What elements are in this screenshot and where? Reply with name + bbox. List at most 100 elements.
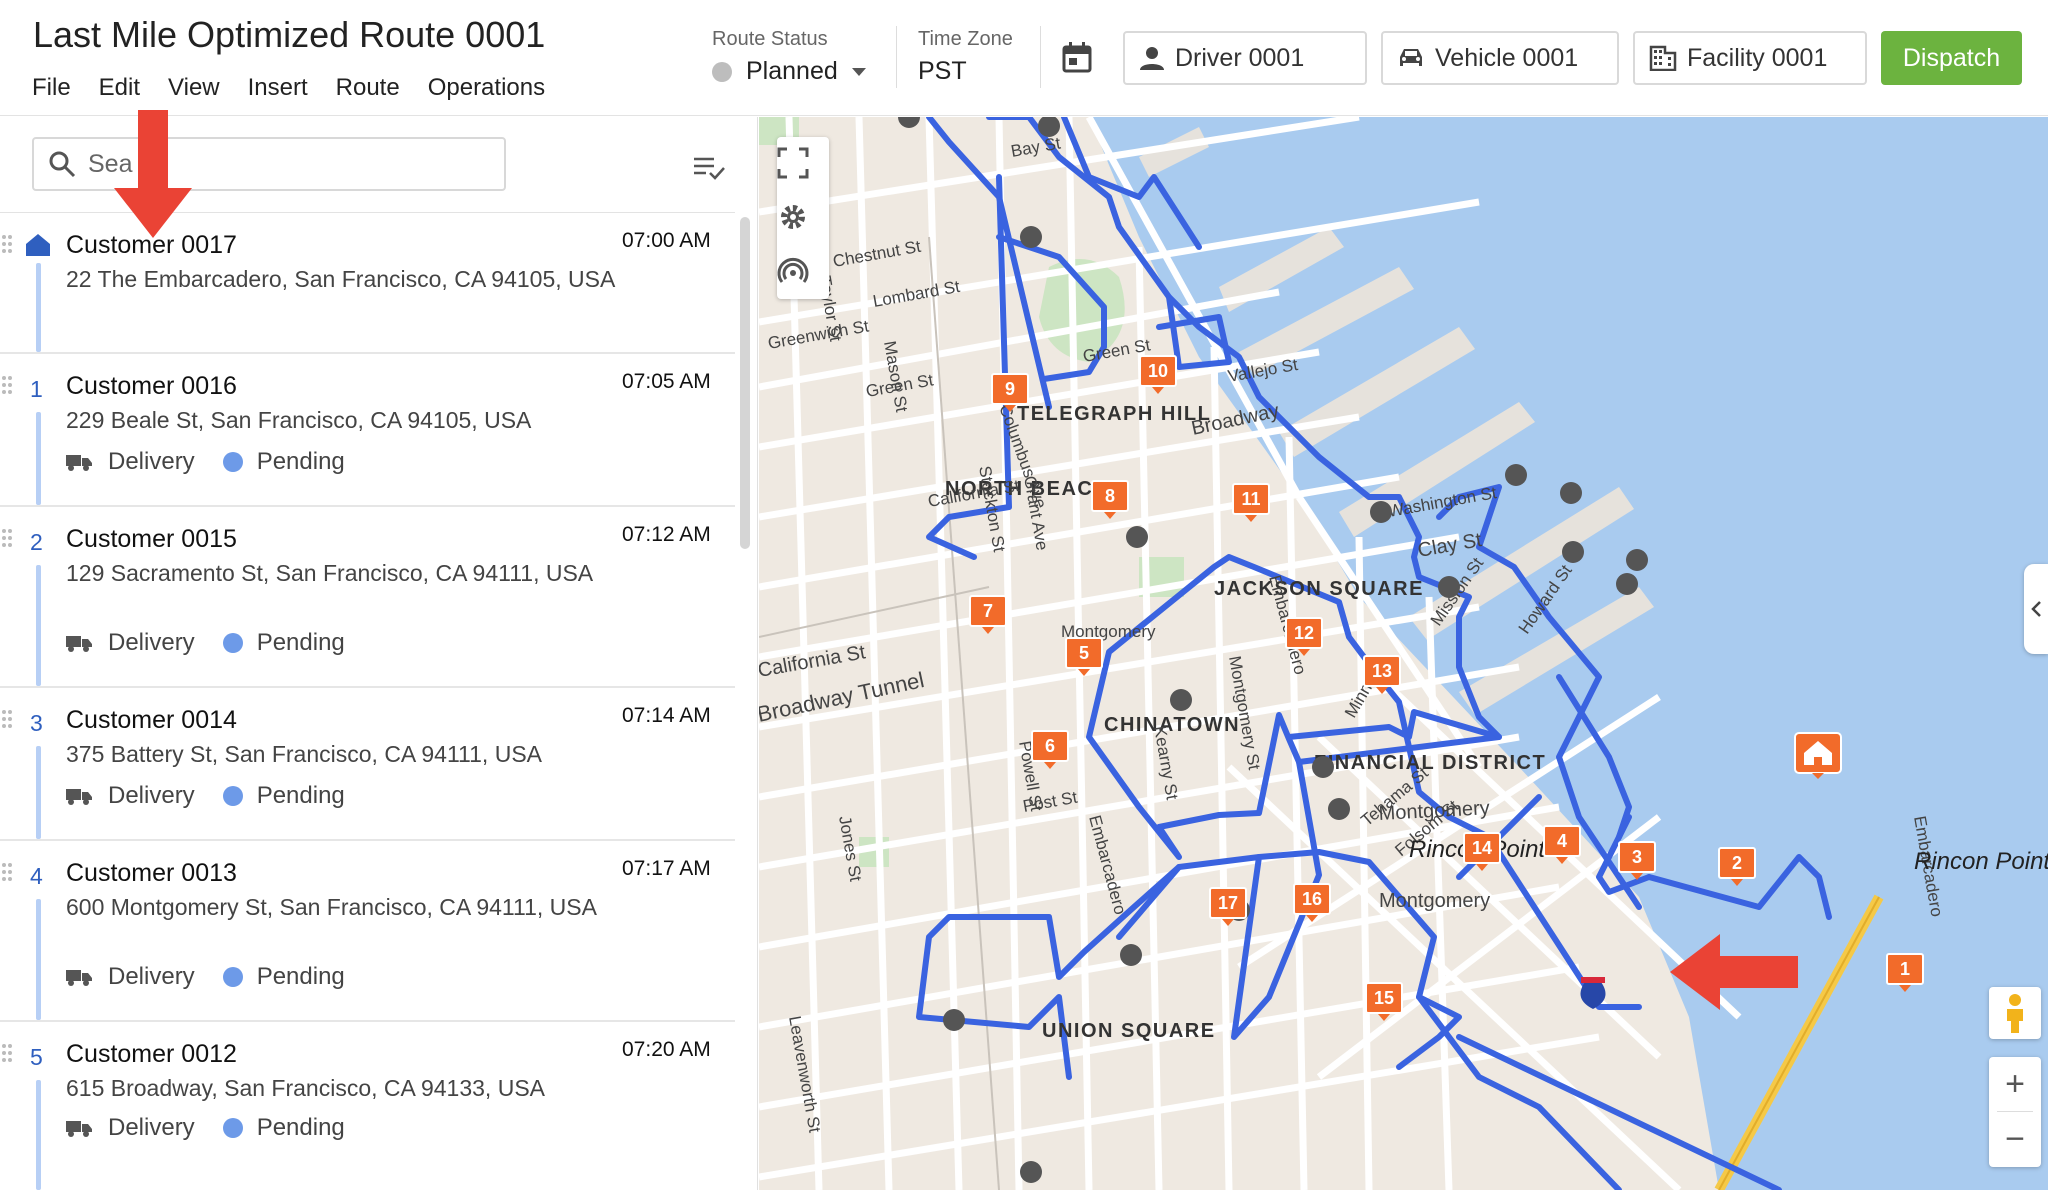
map-label-street: Greenwich St bbox=[766, 316, 870, 352]
stop-marker[interactable]: 4 bbox=[1543, 825, 1581, 865]
stop-number: 1 bbox=[30, 376, 43, 402]
divider bbox=[1040, 26, 1041, 88]
stop-marker[interactable]: 7 bbox=[969, 595, 1007, 635]
map-label-street: Lombard St bbox=[871, 277, 961, 311]
address: 22 The Embarcadero, San Francisco, CA 94… bbox=[66, 266, 616, 292]
status-dot-icon bbox=[222, 452, 243, 472]
stop-marker[interactable]: 6 bbox=[1031, 730, 1069, 770]
driver-label: Driver 0001 bbox=[1175, 43, 1305, 72]
stop-marker-label: 7 bbox=[982, 600, 993, 621]
calendar-icon[interactable] bbox=[1060, 40, 1094, 74]
stop-marker[interactable]: 17 bbox=[1209, 887, 1247, 927]
dispatch-button[interactable]: Dispatch bbox=[1881, 31, 2022, 85]
drag-handle-icon[interactable] bbox=[2, 710, 14, 730]
vehicle-selector[interactable]: Vehicle 0001 bbox=[1381, 31, 1619, 85]
stop-number: 3 bbox=[30, 710, 43, 736]
fullscreen-icon[interactable] bbox=[777, 147, 809, 179]
zoom-out-button[interactable]: − bbox=[1989, 1112, 2041, 1167]
arrival-time: 07:00 AM bbox=[622, 229, 711, 252]
stop-marker-label: 4 bbox=[1556, 830, 1567, 851]
stop-marker[interactable]: 3 bbox=[1618, 841, 1656, 881]
drag-handle-icon[interactable] bbox=[2, 1044, 14, 1064]
stop-marker-label: 5 bbox=[1078, 642, 1089, 663]
menu-view[interactable]: View bbox=[168, 74, 220, 102]
stops-panel: Customer 0017 07:00 AM 22 The Embarcader… bbox=[0, 117, 758, 1190]
stop-marker[interactable]: 1 bbox=[1886, 953, 1924, 993]
stop-marker-label: 16 bbox=[1301, 888, 1323, 909]
list-item[interactable]: Customer 0017 07:00 AM 22 The Embarcader… bbox=[0, 213, 735, 354]
list-item[interactable]: 1 Customer 0016 07:05 AM 229 Beale St, S… bbox=[0, 354, 735, 507]
arrival-time: 07:14 AM bbox=[622, 704, 711, 727]
location-signal-icon[interactable] bbox=[777, 255, 809, 287]
menu-file[interactable]: File bbox=[32, 74, 71, 102]
route-map[interactable]: TELEGRAPH HILL NORTH BEACH JACKSON SQUAR… bbox=[759, 117, 2048, 1190]
stop-marker-label: 2 bbox=[1731, 852, 1742, 873]
list-item[interactable]: 3 Customer 0014 07:14 AM 375 Battery St,… bbox=[0, 688, 735, 841]
stop-marker[interactable]: 16 bbox=[1293, 883, 1331, 923]
map-label-neighborhood: UNION SQUARE bbox=[1042, 1020, 1216, 1042]
stop-marker[interactable]: 10 bbox=[1139, 355, 1177, 395]
menu-edit[interactable]: Edit bbox=[99, 74, 140, 102]
route-line bbox=[36, 263, 41, 352]
stop-marker-label: 1 bbox=[1899, 958, 1910, 979]
building-icon bbox=[1649, 45, 1677, 71]
annotation-arrow-left-icon bbox=[1670, 934, 1798, 1010]
chevron-down-icon bbox=[851, 67, 866, 76]
driver-selector[interactable]: Driver 0001 bbox=[1123, 31, 1367, 85]
status-dot-icon bbox=[222, 786, 243, 806]
stop-marker-label: 10 bbox=[1147, 360, 1169, 381]
map-label-neighborhood: TELEGRAPH HILL bbox=[1017, 403, 1211, 425]
menu-route[interactable]: Route bbox=[336, 74, 400, 102]
drag-handle-icon[interactable] bbox=[2, 376, 14, 396]
route-status-dropdown[interactable]: Route Status Planned bbox=[712, 28, 888, 86]
gear-icon[interactable] bbox=[777, 201, 809, 233]
stop-marker[interactable]: 13 bbox=[1363, 655, 1401, 695]
map-canvas: TELEGRAPH HILL NORTH BEACH JACKSON SQUAR… bbox=[759, 117, 2048, 1190]
map-toolbar bbox=[777, 137, 829, 299]
facility-selector[interactable]: Facility 0001 bbox=[1633, 31, 1867, 85]
list-item[interactable]: 2 Customer 0015 07:12 AM 129 Sacramento … bbox=[0, 507, 735, 688]
facility-label: Facility 0001 bbox=[1687, 43, 1828, 72]
customer-name: Customer 0012 bbox=[66, 1040, 237, 1068]
stop-marker[interactable]: 14 bbox=[1463, 832, 1501, 872]
list-item[interactable]: 5 Customer 0012 07:20 AM 615 Broadway, S… bbox=[0, 1022, 735, 1190]
drag-handle-icon[interactable] bbox=[2, 529, 14, 549]
scrollbar[interactable] bbox=[740, 217, 750, 549]
route-line bbox=[36, 1080, 41, 1190]
stop-marker[interactable]: 2 bbox=[1718, 847, 1756, 887]
time-zone: Time Zone PST bbox=[918, 28, 1013, 86]
stop-marker[interactable]: 15 bbox=[1365, 982, 1403, 1022]
stop-marker-label: 6 bbox=[1044, 735, 1055, 756]
search-field[interactable] bbox=[32, 137, 506, 191]
stop-meta: Delivery Pending bbox=[66, 448, 345, 476]
zoom-in-button[interactable]: + bbox=[1989, 1057, 2041, 1112]
sort-list-icon[interactable] bbox=[692, 153, 726, 183]
route-line bbox=[36, 899, 41, 1020]
collapse-panel-button[interactable] bbox=[2024, 564, 2048, 654]
customer-name: Customer 0013 bbox=[66, 859, 237, 887]
list-item[interactable]: 4 Customer 0013 07:17 AM 600 Montgomery … bbox=[0, 841, 735, 1022]
car-icon bbox=[1400, 49, 1422, 66]
stop-marker[interactable]: 8 bbox=[1091, 480, 1129, 520]
drag-handle-icon[interactable] bbox=[2, 863, 14, 883]
stop-marker[interactable]: 12 bbox=[1285, 617, 1323, 657]
arrival-time: 07:12 AM bbox=[622, 523, 711, 546]
route-status-label: Route Status bbox=[712, 28, 828, 50]
arrival-time: 07:17 AM bbox=[622, 857, 711, 880]
map-label-station: Montgomery bbox=[1379, 890, 1490, 912]
street-view-icon[interactable] bbox=[1989, 987, 2041, 1039]
route-line bbox=[36, 746, 41, 839]
stop-marker[interactable]: 5 bbox=[1065, 637, 1103, 677]
address: 229 Beale St, San Francisco, CA 94105, U… bbox=[66, 407, 532, 433]
stop-marker[interactable]: 11 bbox=[1232, 483, 1270, 523]
menu-insert[interactable]: Insert bbox=[248, 74, 308, 102]
home-icon bbox=[26, 234, 50, 256]
order-status: Pending bbox=[256, 963, 345, 990]
menu-operations[interactable]: Operations bbox=[428, 74, 545, 102]
stop-marker[interactable]: 9 bbox=[991, 373, 1029, 413]
stop-number: 5 bbox=[30, 1044, 43, 1070]
status-dot-icon bbox=[222, 967, 243, 987]
route-status-value: Planned bbox=[746, 57, 838, 85]
drag-handle-icon[interactable] bbox=[2, 235, 14, 255]
stop-marker-label: 3 bbox=[1631, 846, 1642, 867]
